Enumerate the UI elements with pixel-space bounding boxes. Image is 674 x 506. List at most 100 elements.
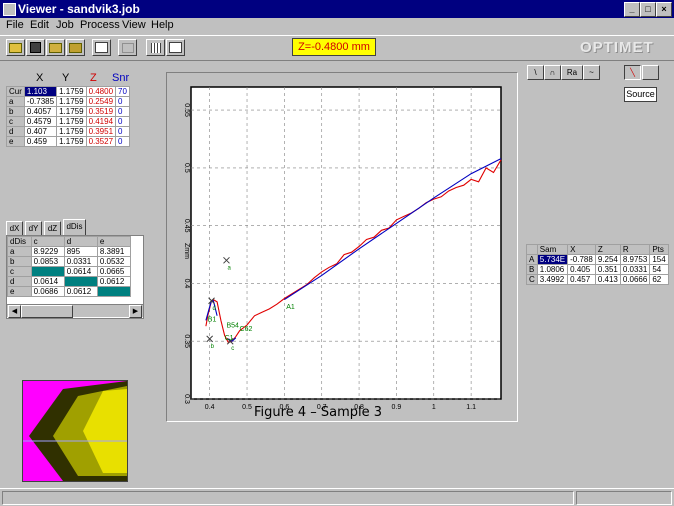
y-tick-label: 0.35 <box>183 334 190 348</box>
table-row[interactable]: A 5.734E -0.788 9.254 8.9753 154 <box>526 254 669 265</box>
menu-bar: File Edit Job Process View Help <box>0 18 674 34</box>
print-button[interactable] <box>92 39 111 56</box>
cell-snr: 70 <box>115 86 130 97</box>
grey-tool-icon <box>121 42 134 53</box>
table-row[interactable]: e 0.459 1.1759 0.3527 0 <box>6 136 130 147</box>
minimize-button[interactable]: _ <box>624 2 640 17</box>
y-tick-label: 0.5 <box>183 163 190 173</box>
col-header: e <box>96 236 132 247</box>
cell-z: 0.3519 <box>85 106 117 117</box>
table-row[interactable]: d 0.407 1.1759 0.3951 0 <box>6 126 130 137</box>
disabled-tool-button[interactable] <box>118 39 137 56</box>
cell: 5.734E <box>536 254 569 265</box>
cell-z: 0.4800 <box>85 86 117 97</box>
profile-chart[interactable]: 0.4 0.5 0.6 0.7 0.8 0.9 1 1.1 0.30.350.40.450.5… <box>167 73 517 421</box>
row-label: e <box>7 286 32 297</box>
difference-table: dDis c d e a 8.9229 895 8.3891 b 0.0853 … <box>7 236 132 297</box>
folder-arrow-icon <box>69 42 82 53</box>
status-bar <box>0 488 674 506</box>
row-label: d <box>7 276 32 287</box>
maximize-button[interactable]: □ <box>640 2 656 17</box>
menu-edit[interactable]: Edit <box>30 19 49 31</box>
app-icon <box>3 3 16 16</box>
table-row[interactable]: B 1.0806 0.405 0.351 0.0331 54 <box>526 264 669 275</box>
roughness-mode-button[interactable]: Ra <box>561 65 583 80</box>
col-header-z: Z <box>90 72 97 84</box>
table-row[interactable]: C 3.4992 0.457 0.413 0.0666 62 <box>526 274 669 285</box>
save-button[interactable] <box>26 39 45 56</box>
surface-thumbnail[interactable] <box>22 380 128 482</box>
source-button[interactable]: Source <box>624 87 657 102</box>
tab-dz[interactable]: dZ <box>44 221 61 236</box>
fit-results-table: Sam X Z R Pts A 5.734E -0.788 9.254 8.97… <box>526 244 669 285</box>
difference-panel: dDis c d e a 8.9229 895 8.3891 b 0.0853 … <box>6 235 144 319</box>
table-row[interactable]: Cur 1.103 1.1759 0.4800 70 <box>6 86 130 97</box>
cell: 0.457 <box>567 274 596 285</box>
arc-mode-button[interactable]: ∩ <box>544 65 561 80</box>
table-row[interactable]: b 0.4057 1.1759 0.3519 0 <box>6 106 130 117</box>
status-cell-right <box>576 491 672 505</box>
col-header: dDis <box>7 236 32 247</box>
col-header-x: X <box>36 72 44 84</box>
grid-icon <box>150 42 161 53</box>
import-button[interactable] <box>66 39 85 56</box>
open-folder-button[interactable] <box>6 39 25 56</box>
row-label: Cur <box>6 86 25 97</box>
table-row[interactable]: a -0.7385 1.1759 0.2549 0 <box>6 96 130 107</box>
tab-ddis[interactable]: dDis <box>63 219 86 236</box>
x-tick-label: 1 <box>432 404 436 411</box>
cell-z: 0.4194 <box>85 116 117 127</box>
cell: 0.0331 <box>63 256 98 267</box>
table-row[interactable]: c 0.0614 0.0665 <box>7 266 132 277</box>
cell: 1.0806 <box>536 264 569 275</box>
annotation-label: C1 <box>225 335 234 342</box>
menu-help[interactable]: Help <box>151 19 174 31</box>
cell-y: 1.1759 <box>56 96 87 107</box>
menu-job[interactable]: Job <box>56 19 74 31</box>
diagonal-line-icon: ╲ <box>630 68 635 77</box>
menu-view[interactable]: View <box>122 19 146 31</box>
line-mode-button[interactable]: \ <box>527 65 544 80</box>
cell: 8.9753 <box>619 254 651 265</box>
scroll-right-icon[interactable]: ▶ <box>129 305 142 318</box>
table-row[interactable]: b 0.0853 0.0331 0.0532 <box>7 256 132 267</box>
open-job-button[interactable] <box>46 39 65 56</box>
marker-label: d <box>213 306 216 312</box>
wave-mode-button[interactable]: ~ <box>583 65 600 80</box>
col-header: Z <box>594 244 621 255</box>
cell-x: 0.459 <box>23 136 58 147</box>
cell: 62 <box>649 274 669 285</box>
cell-x: -0.7385 <box>23 96 58 107</box>
table-row[interactable]: c 0.4579 1.1759 0.4194 0 <box>6 116 130 127</box>
blank-toggle[interactable] <box>642 65 659 80</box>
row-label: d <box>6 126 25 137</box>
table-header-row: dDis c d e <box>7 236 132 247</box>
scroll-thumb[interactable] <box>21 305 73 318</box>
horizontal-scrollbar[interactable]: ◀ ▶ <box>7 304 143 318</box>
figure-caption: Figure 4 – Sample 3 <box>254 405 383 420</box>
y-tick-label: 0.4 <box>183 279 190 289</box>
cell: 9.254 <box>594 254 621 265</box>
scroll-left-icon[interactable]: ◀ <box>8 305 21 318</box>
marker-label: c <box>231 346 234 352</box>
red-line-toggle[interactable]: ╲ <box>624 65 641 80</box>
col-header: d <box>63 236 98 247</box>
tab-dx[interactable]: dX <box>6 221 23 236</box>
cell <box>96 286 132 297</box>
menu-process[interactable]: Process <box>80 19 120 31</box>
row-label: C <box>526 274 538 285</box>
cell: 895 <box>63 246 98 257</box>
table-row[interactable]: a 8.9229 895 8.3891 <box>7 246 132 257</box>
table-row[interactable]: e 0.0686 0.0612 <box>7 286 132 297</box>
row-label: c <box>7 266 32 277</box>
cell: 0.0665 <box>96 266 132 277</box>
table-row[interactable]: d 0.0614 0.0612 <box>7 276 132 287</box>
close-button[interactable]: × <box>656 2 672 17</box>
col-header: X <box>567 244 596 255</box>
tab-dy[interactable]: dY <box>25 221 42 236</box>
grid-view-button[interactable] <box>146 39 165 56</box>
chart-view-button[interactable] <box>166 39 185 56</box>
cell-z: 0.2549 <box>85 96 117 107</box>
menu-file[interactable]: File <box>6 19 24 31</box>
cell <box>63 276 98 287</box>
